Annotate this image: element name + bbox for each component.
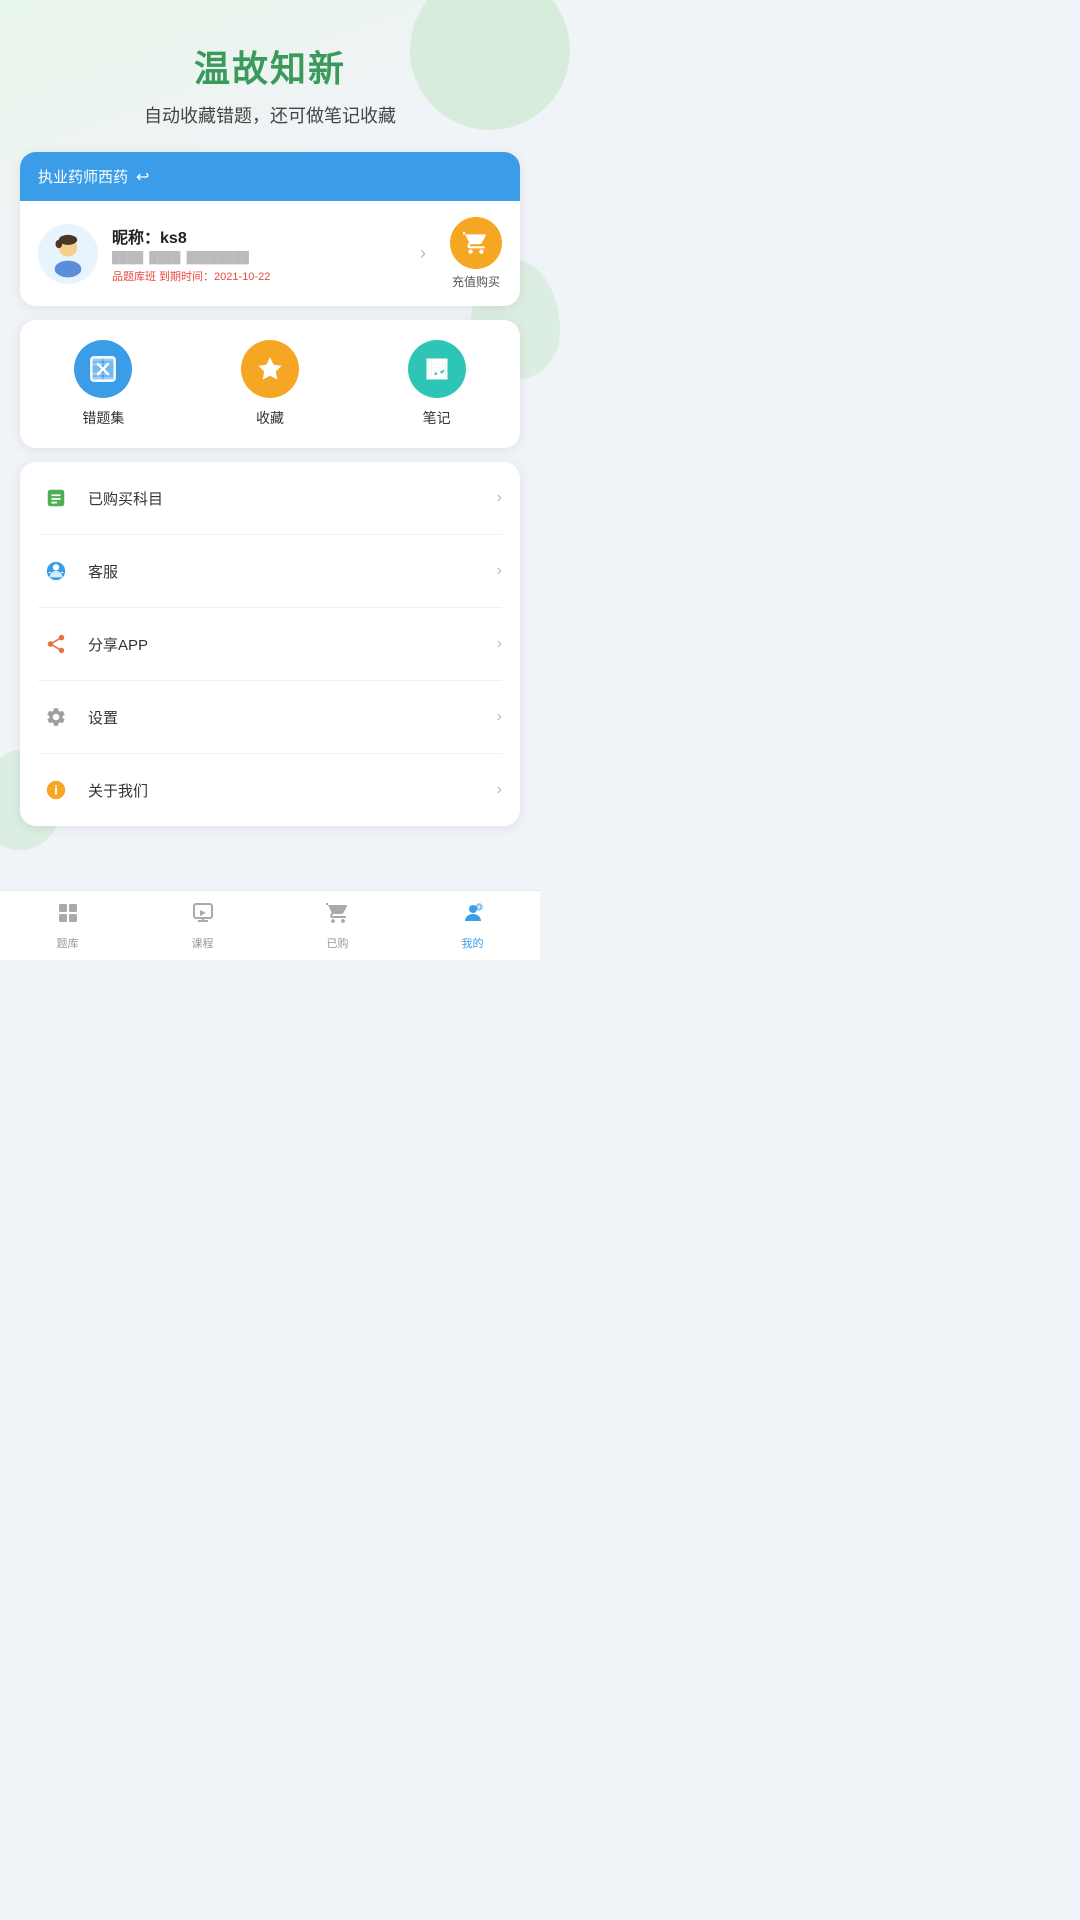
settings-arrow-icon: › xyxy=(497,708,502,726)
share-icon xyxy=(38,626,74,662)
nav-label-question-bank: 题库 xyxy=(57,935,79,951)
feature-collect[interactable]: 收藏 xyxy=(241,340,299,428)
menu-text-share: 分享APP xyxy=(88,634,483,655)
nav-question-bank[interactable]: 题库 xyxy=(0,901,135,951)
recharge-label: 充值购买 xyxy=(452,273,500,290)
recharge-circle xyxy=(450,217,502,269)
purchased-arrow-icon: › xyxy=(497,489,502,507)
star-icon xyxy=(256,355,284,383)
menu-item-share[interactable]: 分享APP › xyxy=(38,608,502,681)
svg-text:i: i xyxy=(54,783,58,798)
menu-item-service[interactable]: 客服 › xyxy=(38,535,502,608)
share-arrow-icon: › xyxy=(497,635,502,653)
collect-label: 收藏 xyxy=(256,408,284,428)
menu-card: 已购买科目 › 客服 › 分享A xyxy=(20,462,520,826)
card-header-title: 执业药师西药 xyxy=(38,166,128,187)
settings-icon xyxy=(38,699,74,735)
notes-label: 笔记 xyxy=(423,408,451,428)
feature-notes[interactable]: 笔记 xyxy=(408,340,466,428)
profile-arrow-icon: › xyxy=(420,243,426,264)
wrong-set-icon-circle xyxy=(74,340,132,398)
wrong-set-label: 错题集 xyxy=(82,408,124,428)
menu-text-about: 关于我们 xyxy=(88,780,483,801)
profile-name: 昵称：ks8 xyxy=(112,224,406,248)
profile-card: 执业药师西药 ↩ 昵称：ks8 ████ █ xyxy=(20,152,520,306)
menu-text-service: 客服 xyxy=(88,561,483,582)
nav-purchased[interactable]: 已购 xyxy=(270,901,405,951)
feature-wrong-set[interactable]: 错题集 xyxy=(74,340,132,428)
wrong-set-icon xyxy=(89,355,117,383)
bottom-nav: 题库 课程 已购 xyxy=(0,890,540,960)
about-icon: i xyxy=(38,772,74,808)
mine-icon xyxy=(461,901,485,931)
recharge-button[interactable]: 充值购买 xyxy=(450,217,502,290)
nav-mine[interactable]: 我的 xyxy=(405,901,540,951)
purchased-nav-icon xyxy=(326,901,350,931)
notes-icon-circle xyxy=(408,340,466,398)
hero-title: 温故知新 xyxy=(194,40,346,92)
profile-info: 昵称：ks8 ████ ████ ████████ 品题库班 到期时间：2021… xyxy=(112,224,406,284)
nav-course[interactable]: 课程 xyxy=(135,901,270,951)
profile-sub: ████ ████ ████████ xyxy=(112,252,406,264)
purchased-icon xyxy=(38,480,74,516)
card-header: 执业药师西药 ↩ xyxy=(20,152,520,201)
service-icon xyxy=(38,553,74,589)
feature-card: 错题集 收藏 笔记 xyxy=(20,320,520,448)
cart-icon xyxy=(463,230,489,256)
nav-label-course: 课程 xyxy=(192,935,214,951)
nav-label-mine: 我的 xyxy=(462,935,484,951)
hero-subtitle: 自动收藏错题，还可做笔记收藏 xyxy=(144,102,396,128)
menu-text-settings: 设置 xyxy=(88,707,483,728)
notes-icon xyxy=(423,355,451,383)
about-arrow-icon: › xyxy=(497,781,502,799)
nav-label-purchased: 已购 xyxy=(327,935,349,951)
question-bank-icon xyxy=(56,901,80,931)
profile-section[interactable]: 昵称：ks8 ████ ████ ████████ 品题库班 到期时间：2021… xyxy=(20,201,520,306)
avatar xyxy=(38,224,98,284)
course-icon xyxy=(191,901,215,931)
collect-icon-circle xyxy=(241,340,299,398)
menu-text-purchased: 已购买科目 xyxy=(88,488,483,509)
main-content: 温故知新 自动收藏错题，还可做笔记收藏 执业药师西药 ↩ xyxy=(0,0,540,840)
service-arrow-icon: › xyxy=(497,562,502,580)
menu-item-settings[interactable]: 设置 › xyxy=(38,681,502,754)
card-header-icon: ↩ xyxy=(136,167,149,187)
menu-item-purchased[interactable]: 已购买科目 › xyxy=(38,462,502,535)
menu-item-about[interactable]: i 关于我们 › xyxy=(38,754,502,826)
profile-tag: 品题库班 到期时间：2021-10-22 xyxy=(112,268,406,284)
